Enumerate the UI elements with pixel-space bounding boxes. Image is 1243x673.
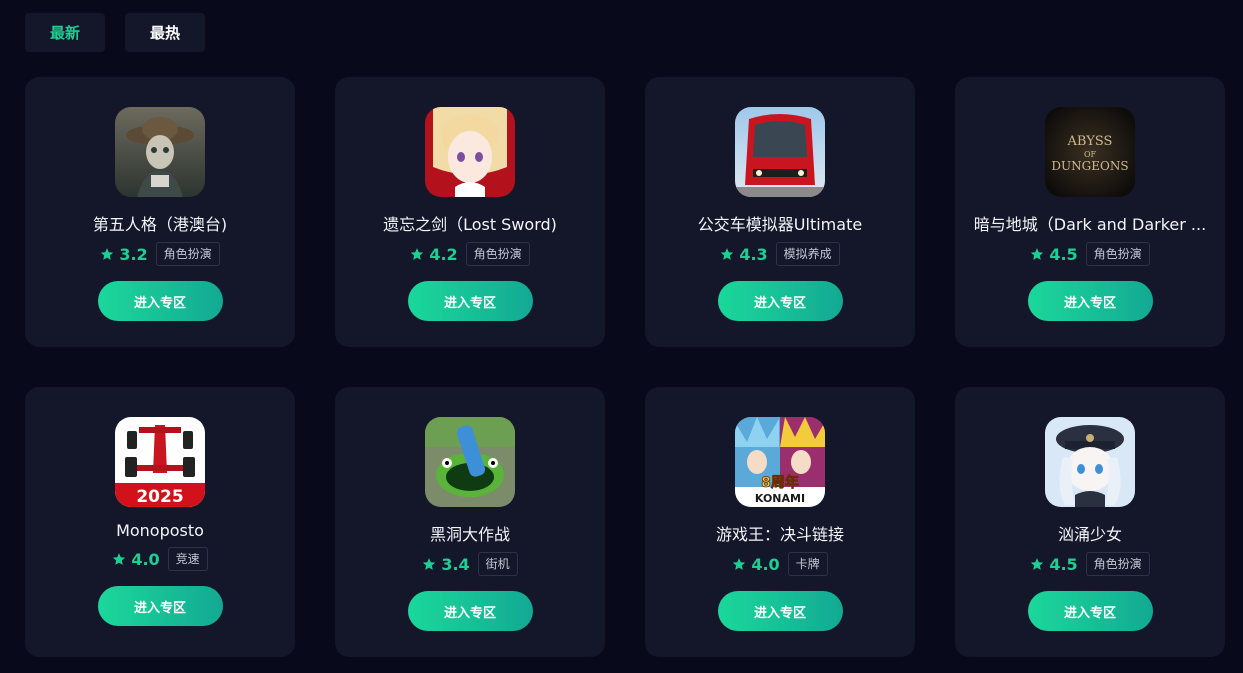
game-name[interactable]: 公交车模拟器Ultimate	[698, 211, 862, 235]
star-icon	[101, 248, 114, 260]
game-card: 2025 Monoposto 4.0 竞速 进入专区	[25, 387, 295, 657]
game-card: 8周年 KONAMI 游戏王：决斗链接 4.0 卡牌 进入专区	[645, 387, 915, 657]
star-icon	[733, 558, 746, 570]
game-meta: 3.4 街机	[422, 551, 518, 577]
tab-bar: 最新 最热	[25, 13, 205, 52]
rating-value: 4.2	[429, 244, 458, 264]
genre-tag: 角色扮演	[1085, 552, 1150, 576]
svg-text:2025: 2025	[136, 487, 183, 507]
svg-text:ABYSS: ABYSS	[1067, 134, 1113, 149]
game-card: 第五人格（港澳台) 3.2 角色扮演 进入专区	[25, 77, 295, 347]
rating: 4.0	[732, 554, 780, 574]
game-card: 汹涌少女 4.5 角色扮演 进入专区	[955, 387, 1225, 657]
rating-value: 4.0	[131, 549, 160, 569]
game-meta: 4.3 模拟养成	[720, 241, 840, 267]
svg-text:OF: OF	[1084, 150, 1097, 159]
game-name[interactable]: 第五人格（港澳台)	[93, 211, 227, 235]
rating: 4.3	[720, 244, 768, 264]
star-icon	[1031, 558, 1044, 570]
genre-tag: 角色扮演	[465, 242, 530, 266]
rating-value: 4.0	[751, 554, 780, 574]
genre-tag: 竞速	[167, 547, 208, 571]
rating-value: 4.3	[739, 244, 768, 264]
yugioh-duel-links-icon[interactable]: 8周年 KONAMI	[735, 417, 825, 507]
star-icon	[113, 553, 126, 565]
genre-tag: 角色扮演	[1085, 242, 1150, 266]
lost-sword-icon[interactable]	[425, 107, 515, 197]
star-icon	[411, 248, 424, 260]
game-name[interactable]: Monoposto	[116, 521, 204, 540]
game-card: 公交车模拟器Ultimate 4.3 模拟养成 进入专区	[645, 77, 915, 347]
star-icon	[1031, 248, 1044, 260]
monoposto-icon[interactable]: 2025	[115, 417, 205, 507]
genre-tag: 卡牌	[787, 552, 828, 576]
rating: 4.5	[1030, 554, 1078, 574]
svg-text:DUNGEONS: DUNGEONS	[1051, 159, 1128, 173]
game-name[interactable]: 游戏王：决斗链接	[716, 521, 844, 545]
game-grid: 第五人格（港澳台) 3.2 角色扮演 进入专区 遗忘之剑（Lost Sword)	[25, 77, 1225, 657]
enter-zone-button[interactable]: 进入专区	[717, 281, 843, 321]
svg-text:8周年: 8周年	[761, 474, 799, 491]
abyss-of-dungeons-icon[interactable]: ABYSS OF DUNGEONS	[1045, 107, 1135, 197]
game-card: ABYSS OF DUNGEONS 暗与地城（Dark and Darker .…	[955, 77, 1225, 347]
rating: 4.5	[1030, 244, 1078, 264]
game-meta: 4.0 卡牌	[732, 551, 828, 577]
enter-zone-button[interactable]: 进入专区	[1027, 591, 1153, 631]
rating-value: 3.2	[119, 244, 148, 264]
rating: 4.2	[410, 244, 458, 264]
svg-text:KONAMI: KONAMI	[755, 492, 805, 505]
game-meta: 4.5 角色扮演	[1030, 241, 1150, 267]
game-name[interactable]: 遗忘之剑（Lost Sword)	[383, 211, 557, 235]
enter-zone-button[interactable]: 进入专区	[407, 591, 533, 631]
enter-zone-button[interactable]: 进入专区	[97, 281, 223, 321]
star-icon	[423, 558, 436, 570]
game-card: 黑洞大作战 3.4 街机 进入专区	[335, 387, 605, 657]
tab-hottest[interactable]: 最热	[125, 13, 205, 52]
game-name[interactable]: 暗与地城（Dark and Darker ...	[974, 211, 1206, 235]
genre-tag: 街机	[477, 552, 518, 576]
enter-zone-button[interactable]: 进入专区	[717, 591, 843, 631]
game-meta: 3.2 角色扮演	[100, 241, 220, 267]
game-meta: 4.0 竞速	[112, 546, 208, 572]
enter-zone-button[interactable]: 进入专区	[97, 586, 223, 626]
surging-girl-icon[interactable]	[1045, 417, 1135, 507]
rating-value: 4.5	[1049, 244, 1078, 264]
game-meta: 4.5 角色扮演	[1030, 551, 1150, 577]
rating-value: 3.4	[441, 554, 470, 574]
rating: 3.4	[422, 554, 470, 574]
bus-simulator-icon[interactable]	[735, 107, 825, 197]
tab-newest[interactable]: 最新	[25, 13, 105, 52]
genre-tag: 模拟养成	[775, 242, 840, 266]
rating: 4.0	[112, 549, 160, 569]
game-name[interactable]: 黑洞大作战	[430, 521, 510, 545]
game-name[interactable]: 汹涌少女	[1058, 521, 1122, 545]
game-card: 遗忘之剑（Lost Sword) 4.2 角色扮演 进入专区	[335, 77, 605, 347]
star-icon	[721, 248, 734, 260]
genre-tag: 角色扮演	[155, 242, 220, 266]
enter-zone-button[interactable]: 进入专区	[407, 281, 533, 321]
rating: 3.2	[100, 244, 148, 264]
game-meta: 4.2 角色扮演	[410, 241, 530, 267]
hole-io-icon[interactable]	[425, 417, 515, 507]
rating-value: 4.5	[1049, 554, 1078, 574]
enter-zone-button[interactable]: 进入专区	[1027, 281, 1153, 321]
identity-v-icon[interactable]	[115, 107, 205, 197]
